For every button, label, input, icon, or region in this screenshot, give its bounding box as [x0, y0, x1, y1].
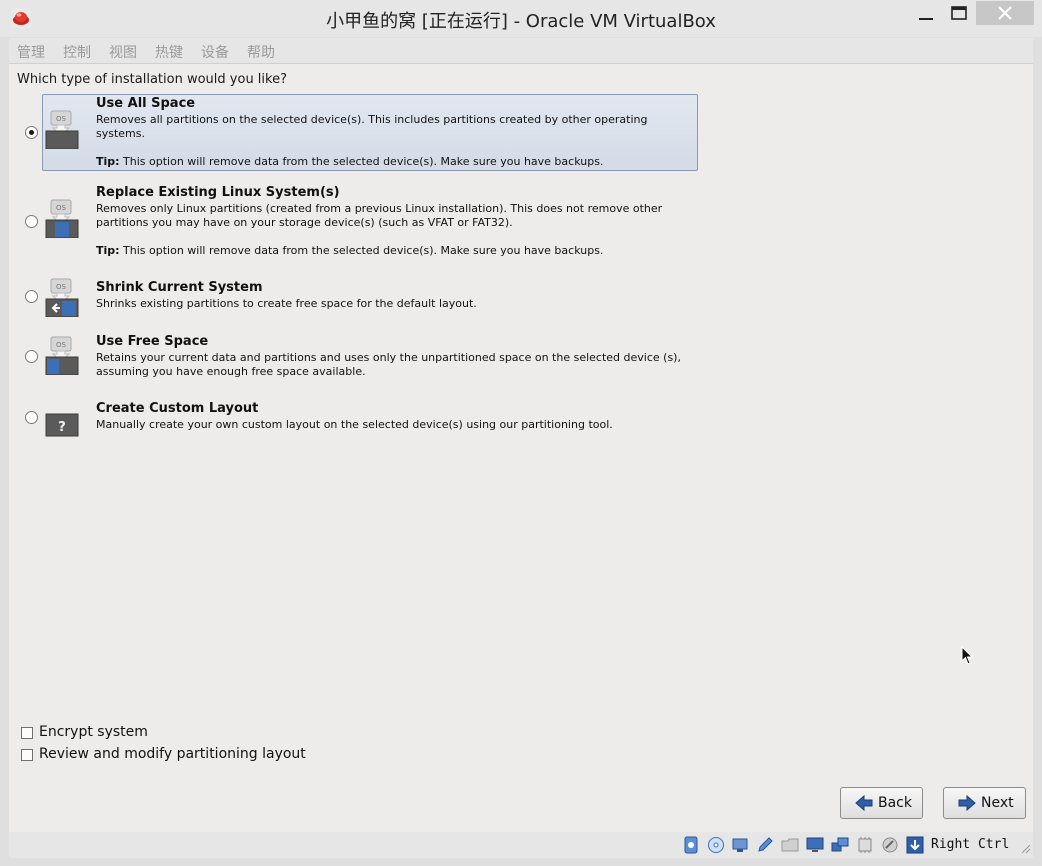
option-use-free-space[interactable]: OS Use Free Space Retains your current d… [42, 332, 698, 382]
svg-text:?: ? [58, 420, 66, 435]
tip-label: Tip: [96, 244, 120, 257]
radio-replace-linux[interactable] [25, 215, 38, 228]
radio-use-free-space[interactable] [25, 350, 38, 363]
tip-label: Tip: [96, 155, 120, 168]
cpu-icon[interactable] [856, 836, 874, 854]
back-button-label: Back [878, 795, 912, 811]
radio-shrink-current[interactable] [25, 290, 38, 303]
menubar: 管理 控制 视图 热键 设备 帮助 [9, 38, 1033, 64]
review-layout-label[interactable]: Review and modify partitioning layout [39, 746, 306, 762]
network-icon[interactable] [831, 836, 849, 854]
tip-text: This option will remove data from the se… [123, 155, 604, 168]
close-button[interactable] [976, 1, 1034, 25]
os-disk-free-icon: OS [45, 336, 79, 375]
vm-statusbar: Right Ctrl [9, 832, 1033, 858]
pencil-icon[interactable] [756, 836, 774, 854]
hard-disk-icon[interactable] [682, 836, 700, 854]
tip-text: This option will remove data from the se… [123, 244, 604, 257]
host-key-label: Right Ctrl [931, 837, 1010, 852]
menu-help[interactable]: 帮助 [247, 42, 275, 62]
svg-text:OS: OS [56, 204, 67, 212]
svg-text:OS: OS [56, 115, 67, 123]
display-icon[interactable] [806, 836, 824, 854]
option-title: Use All Space [96, 96, 196, 111]
option-tip: Tip: This option will remove data from t… [96, 155, 603, 168]
option-shrink-current[interactable]: OS Shrink Current System Shrinks existin… [42, 278, 698, 324]
review-layout-checkbox[interactable] [21, 749, 33, 761]
mouse-pointer-icon [961, 646, 973, 665]
window-titlebar: 小甲鱼的窝 [正在运行] - Oracle VM VirtualBox [0, 0, 1042, 37]
maximize-button[interactable] [945, 2, 973, 26]
encrypt-system-checkbox[interactable] [21, 727, 33, 739]
svg-text:OS: OS [56, 341, 67, 349]
next-button-label: Next [981, 795, 1014, 811]
option-title: Use Free Space [96, 334, 209, 349]
option-tip: Tip: This option will remove data from t… [96, 244, 603, 257]
minimize-button[interactable] [912, 2, 940, 26]
menu-devices[interactable]: 设备 [201, 42, 229, 62]
svg-text:OS: OS [56, 283, 67, 291]
installation-type-question: Which type of installation would you lik… [17, 72, 287, 87]
option-use-all-space[interactable]: OS Use All Space Removes all partitions … [42, 94, 698, 171]
custom-disk-icon: ? [45, 413, 79, 437]
option-title: Replace Existing Linux System(s) [96, 185, 340, 200]
next-arrow-icon [958, 795, 976, 811]
option-replace-linux[interactable]: OS Replace Existing Linux System(s) Remo… [42, 183, 698, 260]
menu-control[interactable]: 控制 [63, 42, 91, 62]
keyboard-capture-icon[interactable] [906, 836, 924, 854]
menu-hotkey[interactable]: 热键 [155, 42, 183, 62]
radio-use-all-space[interactable] [25, 126, 38, 139]
option-description: Manually create your own custom layout o… [96, 418, 613, 431]
os-disk-all-icon: OS [45, 110, 79, 149]
option-description: Shrinks existing partitions to create fr… [96, 297, 477, 310]
menu-manage[interactable]: 管理 [17, 42, 45, 62]
mouse-integration-icon[interactable] [881, 836, 899, 854]
resize-grip-icon[interactable] [1019, 842, 1031, 854]
back-arrow-icon [855, 795, 873, 811]
shared-folder-icon[interactable] [781, 836, 799, 854]
option-description: Removes only Linux partitions (created f… [96, 202, 663, 229]
installer-client-area: Which type of installation would you lik… [9, 64, 1033, 832]
window-title: 小甲鱼的窝 [正在运行] - Oracle VM VirtualBox [326, 11, 716, 32]
os-disk-replace-icon: OS [45, 199, 79, 238]
back-button[interactable]: Back [840, 787, 923, 819]
option-create-custom[interactable]: ? Create Custom Layout Manually create y… [42, 399, 698, 445]
option-description: Removes all partitions on the selected d… [96, 113, 648, 140]
encrypt-system-label[interactable]: Encrypt system [39, 724, 148, 740]
optical-disc-icon[interactable] [707, 836, 725, 854]
os-disk-shrink-icon: OS [45, 278, 79, 317]
option-title: Create Custom Layout [96, 401, 259, 416]
menu-view[interactable]: 视图 [109, 42, 137, 62]
next-button[interactable]: Next [943, 787, 1026, 819]
usb-icon[interactable] [731, 836, 749, 854]
option-description: Retains your current data and partitions… [96, 351, 681, 378]
radio-create-custom[interactable] [25, 411, 38, 424]
option-title: Shrink Current System [96, 280, 263, 295]
